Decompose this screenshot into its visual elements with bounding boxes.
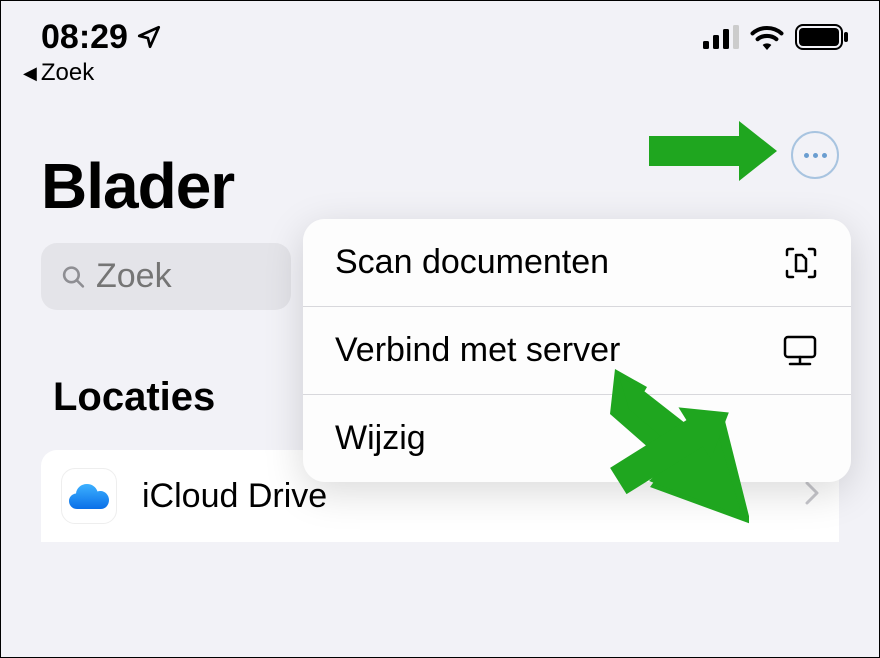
menu-label: Scan documenten (335, 243, 609, 282)
cellular-icon (703, 25, 739, 49)
chevron-right-icon (805, 479, 819, 513)
wifi-icon (749, 24, 785, 50)
status-icons (703, 24, 849, 50)
search-bar[interactable] (41, 243, 291, 310)
menu-edit[interactable]: Wijzig (303, 395, 851, 482)
location-label: iCloud Drive (142, 477, 780, 516)
menu-label: Verbind met server (335, 331, 620, 370)
search-input[interactable] (96, 257, 271, 296)
ellipsis-icon (804, 153, 809, 158)
back-link[interactable]: ◀ Zoek (23, 59, 879, 87)
server-icon (781, 333, 819, 369)
search-icon (61, 262, 86, 292)
location-icon (136, 24, 162, 50)
more-button[interactable] (791, 131, 839, 179)
back-arrow-icon: ◀ (23, 63, 37, 84)
status-time: 08:29 (41, 18, 128, 57)
battery-icon (795, 24, 849, 50)
status-bar: 08:29 (1, 1, 879, 61)
page-title: Blader (41, 149, 879, 223)
menu-connect-server[interactable]: Verbind met server (303, 307, 851, 395)
status-time-group: 08:29 (41, 18, 162, 57)
menu-scan-documents[interactable]: Scan documenten (303, 219, 851, 307)
scan-document-icon (783, 245, 819, 281)
context-menu: Scan documenten Verbind met server Wijzi… (303, 219, 851, 482)
back-label: Zoek (41, 59, 94, 87)
menu-label: Wijzig (335, 419, 426, 458)
icloud-icon (61, 468, 117, 524)
